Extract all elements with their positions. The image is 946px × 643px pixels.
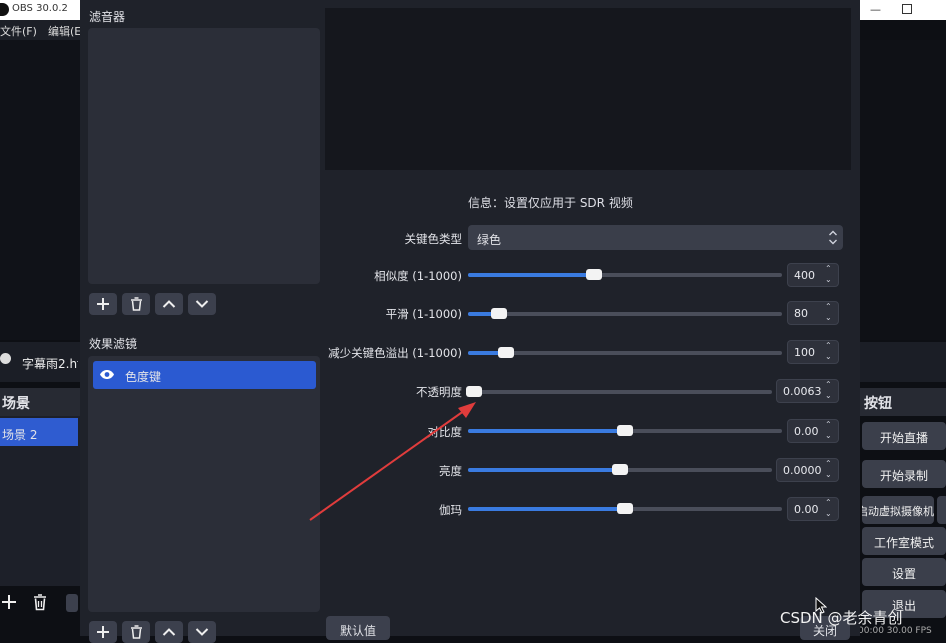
brightness-value: 0.0000: [783, 464, 822, 477]
main-preview: [0, 40, 80, 340]
smoothness-slider[interactable]: [468, 308, 782, 319]
opacity-slider[interactable]: [466, 386, 772, 397]
chevron-up-icon: [162, 299, 176, 309]
move-audio-filter-down-button[interactable]: [188, 293, 216, 315]
spin-arrows-icon[interactable]: ⌃ ⌄: [820, 420, 838, 442]
eye-icon[interactable]: [99, 369, 115, 380]
scene-item[interactable]: 场景 2: [0, 418, 78, 446]
remove-effect-filter-button[interactable]: [122, 621, 150, 643]
trash-icon: [130, 625, 143, 639]
start-virtual-camera-button[interactable]: 启动虚拟摄像机: [862, 496, 934, 524]
effect-filter-list: [88, 356, 320, 612]
contrast-spinbox[interactable]: 0.00 ⌃ ⌄: [787, 419, 839, 443]
annotation-arrow-icon: [300, 390, 490, 530]
settings-button[interactable]: 设置: [862, 558, 946, 586]
app-title: OBS 30.0.2: [12, 3, 68, 14]
spin-arrows-icon[interactable]: ⌃ ⌄: [820, 498, 838, 520]
select-arrows-icon: [825, 228, 841, 247]
key-color-spill-reduction-spinbox[interactable]: 100 ⌃ ⌄: [787, 340, 839, 364]
smoothness-spinbox[interactable]: 80 ⌃ ⌄: [787, 301, 839, 325]
opacity-spinbox[interactable]: 0.0063 ⌃ ⌄: [776, 379, 839, 403]
similarity-spinbox[interactable]: 400 ⌃ ⌄: [787, 263, 839, 287]
add-scene-icon[interactable]: [0, 593, 18, 611]
spin-arrows-icon[interactable]: ⌃ ⌄: [820, 341, 838, 363]
maximize-icon[interactable]: [902, 4, 912, 14]
slider-handle[interactable]: [585, 269, 602, 280]
remove-scene-icon[interactable]: [32, 594, 48, 611]
move-audio-filter-up-button[interactable]: [155, 293, 183, 315]
add-audio-filter-button[interactable]: [89, 293, 117, 315]
slider-fill: [468, 507, 625, 511]
spin-arrows-icon[interactable]: ⌃ ⌄: [820, 302, 838, 324]
slider-handle[interactable]: [497, 347, 514, 358]
add-effect-filter-button[interactable]: [89, 621, 117, 643]
scenes-title: 场景: [2, 396, 30, 412]
start-recording-button[interactable]: 开始录制: [862, 460, 946, 488]
key-color-spill-reduction-label: 减少关键色溢出 (1-1000): [328, 346, 462, 360]
start-streaming-button[interactable]: 开始直播: [862, 422, 946, 450]
spin-arrows-icon[interactable]: ⌃ ⌄: [820, 264, 838, 286]
smoothness-value: 80: [794, 307, 808, 320]
slider-fill: [468, 429, 625, 433]
slider-handle[interactable]: [617, 425, 633, 436]
key-color-spill-reduction-value: 100: [794, 346, 815, 359]
slider-fill: [468, 273, 594, 277]
virtual-camera-gear-icon[interactable]: [937, 496, 946, 524]
slider-handle[interactable]: [612, 464, 628, 475]
watermark: CSDN @老余青创: [780, 609, 903, 627]
menu-file[interactable]: 文件(F): [0, 23, 37, 39]
key-color-type-value: 绿色: [477, 233, 502, 247]
key-color-type-label: 关键色类型: [404, 232, 463, 246]
move-effect-filter-down-button[interactable]: [188, 621, 216, 643]
effect-filter-label: 色度键: [125, 370, 162, 384]
spin-arrows-icon[interactable]: ⌃ ⌄: [820, 459, 838, 481]
similarity-label: 相似度 (1-1000): [374, 269, 462, 283]
source-name: 字幕雨2.ht: [22, 357, 78, 371]
gamma-slider[interactable]: [468, 503, 782, 514]
remove-audio-filter-button[interactable]: [122, 293, 150, 315]
minimize-icon[interactable]: —: [870, 3, 881, 16]
source-gear-icon[interactable]: [0, 353, 11, 364]
scene-filter-icon[interactable]: [66, 594, 78, 612]
gamma-spinbox[interactable]: 0.00 ⌃ ⌄: [787, 497, 839, 521]
spin-arrows-icon[interactable]: ⌃ ⌄: [820, 380, 838, 402]
controls-title: 按钮: [864, 396, 892, 412]
menu-edit[interactable]: 编辑(E: [48, 23, 81, 39]
smoothness-label: 平滑 (1-1000): [385, 307, 462, 321]
audio-filters-label: 滤音器: [89, 10, 126, 24]
audio-filter-list[interactable]: [88, 28, 320, 284]
studio-mode-button[interactable]: 工作室模式: [862, 527, 946, 555]
key-color-spill-reduction-slider[interactable]: [468, 347, 782, 358]
brightness-slider[interactable]: [468, 464, 772, 475]
defaults-button[interactable]: 默认值: [326, 616, 390, 640]
contrast-slider[interactable]: [468, 425, 782, 436]
gamma-value: 0.00: [794, 503, 819, 516]
sdr-info-text: 信息：设置仅应用于 SDR 视频: [468, 196, 633, 210]
key-color-type-select[interactable]: [468, 225, 843, 250]
trash-icon: [130, 297, 143, 311]
main-preview-right: [860, 40, 946, 340]
source-bar-right: [858, 342, 946, 382]
brightness-spinbox[interactable]: 0.0000 ⌃ ⌄: [776, 458, 839, 482]
effect-filters-label: 效果滤镜: [89, 337, 138, 351]
opacity-value: 0.0063: [783, 385, 822, 398]
contrast-value: 0.00: [794, 425, 819, 438]
move-effect-filter-up-button[interactable]: [155, 621, 183, 643]
slider-handle[interactable]: [617, 503, 633, 514]
plus-icon: [96, 625, 110, 639]
similarity-value: 400: [794, 269, 815, 282]
filter-preview: [325, 8, 851, 170]
chevron-down-icon: [195, 299, 209, 309]
slider-fill: [468, 468, 620, 472]
plus-icon: [96, 297, 110, 311]
similarity-slider[interactable]: [468, 269, 782, 280]
slider-handle[interactable]: [491, 308, 508, 319]
